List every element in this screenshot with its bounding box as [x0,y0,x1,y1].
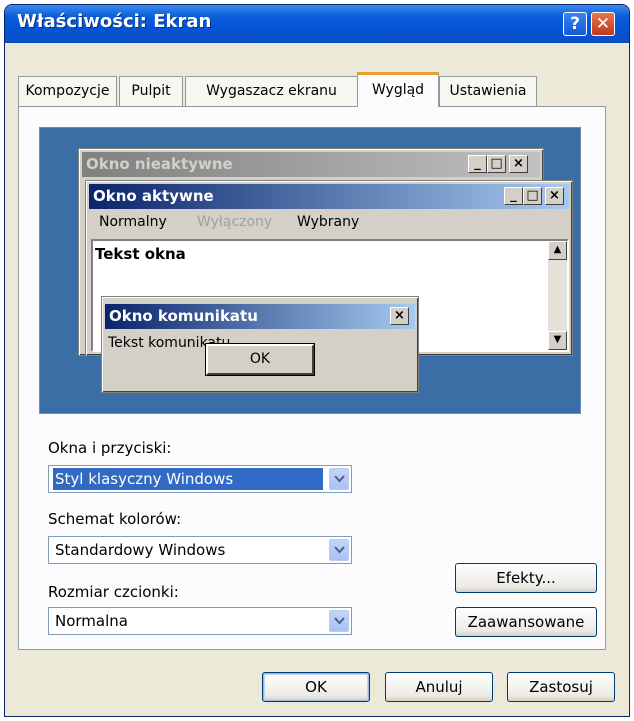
windows-buttons-select[interactable]: Styl klasyczny Windows [48,465,352,493]
chevron-down-icon[interactable] [329,610,349,632]
menu-disabled: Wyłączony [197,214,273,230]
tab-pulpit[interactable]: Pulpit [119,76,183,106]
tab-wyglad[interactable]: Wygląd [357,72,439,107]
effects-button[interactable]: Efekty... [455,563,597,593]
appearance-preview: Okno nieaktywne _ □ × Okno aktywne _ □ ×… [39,127,581,414]
minimize-icon: _ [504,187,523,205]
window-text: Tekst okna [95,245,186,263]
menu-selected: Wybrany [297,214,360,230]
vertical-scrollbar: ▲ ▼ [548,241,567,350]
window-title: Właściwości: Ekran [17,11,212,32]
ok-button[interactable]: OK [262,672,370,702]
chevron-down-icon[interactable] [329,468,349,490]
title-bar[interactable]: Właściwości: Ekran ? ✕ [5,5,629,43]
chevron-down-icon[interactable] [329,539,349,561]
maximize-icon: □ [523,187,542,205]
help-button[interactable]: ? [563,12,587,36]
scroll-down-icon: ▼ [548,331,567,350]
advanced-button[interactable]: Zaawansowane [455,607,597,637]
close-icon: × [509,155,528,173]
maximize-icon: □ [487,155,506,173]
tab-ustawienia[interactable]: Ustawienia [439,76,537,106]
menu-normal: Normalny [99,214,167,230]
message-box-title: Okno komunikatu [105,304,415,329]
active-window-title: Okno aktywne [89,184,569,209]
font-size-value: Normalna [55,612,128,630]
font-size-select[interactable]: Normalna [48,607,352,635]
windows-buttons-label: Okna i przyciski: [48,439,172,457]
cancel-button[interactable]: Anuluj [385,672,493,702]
font-size-label: Rozmiar czcionki: [48,583,179,601]
message-ok-button: OK [205,343,315,376]
color-scheme-select[interactable]: Standardowy Windows [48,536,352,564]
close-icon: × [545,187,564,205]
scroll-up-icon: ▲ [548,241,567,260]
tab-kompozycje[interactable]: Kompozycje [18,76,117,106]
message-box-preview: Okno komunikatu × Tekst komunikatu OK [101,296,419,393]
close-icon: × [390,307,409,325]
preview-menu-bar: Normalny Wyłączony Wybrany [99,214,399,234]
color-scheme-label: Schemat kolorów: [48,510,182,528]
apply-button[interactable]: Zastosuj [507,672,615,702]
minimize-icon: _ [468,155,487,173]
close-button[interactable]: ✕ [591,12,615,36]
windows-buttons-value: Styl klasyczny Windows [53,468,323,490]
tab-wygaszacz-ekranu[interactable]: Wygaszacz ekranu [185,76,358,106]
color-scheme-value: Standardowy Windows [55,541,226,559]
